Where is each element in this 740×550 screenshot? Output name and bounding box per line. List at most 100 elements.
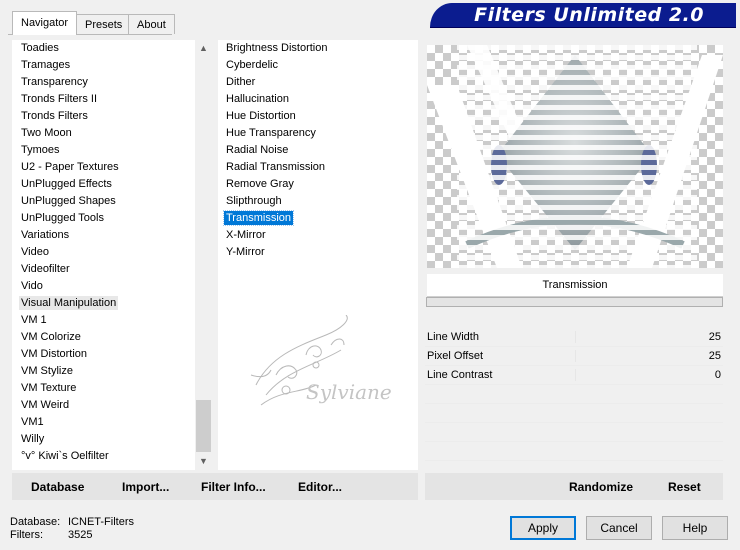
filter-item[interactable]: Brightness Distortion bbox=[218, 40, 418, 57]
category-item[interactable]: UnPlugged Effects bbox=[12, 176, 195, 193]
preview-artwork bbox=[427, 45, 723, 268]
filter-panel[interactable]: Brightness Distortion Cyberdelic Dither Hal… bbox=[218, 40, 418, 470]
tab-presets[interactable]: Presets bbox=[76, 14, 132, 34]
category-item[interactable]: Tronds Filters II bbox=[12, 91, 195, 108]
tab-about[interactable]: About bbox=[128, 14, 175, 34]
watermark-text: Sylviane bbox=[306, 380, 392, 404]
category-item[interactable]: Videofilter bbox=[12, 261, 195, 278]
apply-button[interactable]: Apply bbox=[510, 516, 576, 540]
category-item-label: Video bbox=[21, 246, 49, 258]
filter-item-label: Remove Gray bbox=[226, 178, 294, 190]
param-empty-row bbox=[425, 442, 723, 461]
scroll-down-icon[interactable]: ▼ bbox=[195, 453, 212, 470]
category-item-label: Toadies bbox=[21, 42, 59, 54]
status-database: Database: ICNET-Filters bbox=[10, 516, 134, 528]
category-item-label: VM Distortion bbox=[21, 348, 88, 360]
filter-item[interactable]: Y-Mirror bbox=[218, 244, 418, 261]
parameter-list[interactable]: Line Width 25 Pixel Offset 25 Line Contr… bbox=[425, 328, 723, 480]
category-item[interactable]: VM Stylize bbox=[12, 363, 195, 380]
filter-item-label: Dither bbox=[226, 76, 256, 88]
filter-item[interactable]: Radial Noise bbox=[218, 142, 418, 159]
param-pixel-offset[interactable]: Pixel Offset 25 bbox=[425, 347, 723, 366]
category-item-label: Tramages bbox=[21, 59, 71, 71]
category-item[interactable]: VM 1 bbox=[12, 312, 195, 329]
status-filters: Filters: 3525 bbox=[10, 529, 93, 541]
import-button[interactable]: Import... bbox=[122, 480, 169, 494]
filter-item[interactable]: Radial Transmission bbox=[218, 159, 418, 176]
cancel-button[interactable]: Cancel bbox=[586, 516, 652, 540]
category-list[interactable]: Toadies Tramages Transparency Tronds Filter… bbox=[12, 40, 195, 465]
category-item-label: U2 - Paper Textures bbox=[21, 161, 119, 173]
category-item-label: Tymoes bbox=[21, 144, 60, 156]
param-empty-row bbox=[425, 423, 723, 442]
category-item-label: Vido bbox=[21, 280, 43, 292]
scroll-thumb[interactable] bbox=[196, 400, 211, 452]
filter-item[interactable]: Transmission bbox=[218, 210, 418, 227]
app-banner: Filters Unlimited 2.0 bbox=[430, 3, 736, 28]
filter-item-label: Y-Mirror bbox=[226, 246, 265, 258]
category-item-label: Transparency bbox=[21, 76, 88, 88]
category-item[interactable]: U2 - Paper Textures bbox=[12, 159, 195, 176]
filter-item-label: Cyberdelic bbox=[226, 59, 278, 71]
category-item[interactable]: Tymoes bbox=[12, 142, 195, 159]
filter-item-label: Hue Distortion bbox=[226, 110, 296, 122]
category-item-label: °v° Kiwi`s Oelfilter bbox=[21, 450, 109, 462]
filter-info-button[interactable]: Filter Info... bbox=[201, 480, 266, 494]
category-item[interactable]: Tramages bbox=[12, 57, 195, 74]
filter-item[interactable]: Dither bbox=[218, 74, 418, 91]
help-button[interactable]: Help bbox=[662, 516, 728, 540]
filter-item[interactable]: X-Mirror bbox=[218, 227, 418, 244]
category-item[interactable]: VM Texture bbox=[12, 380, 195, 397]
category-item[interactable]: Tronds Filters bbox=[12, 108, 195, 125]
category-item[interactable]: Toadies bbox=[12, 40, 195, 57]
category-item[interactable]: Visual Manipulation bbox=[12, 295, 195, 312]
scroll-up-icon[interactable]: ▲ bbox=[195, 40, 212, 57]
category-item[interactable]: Video bbox=[12, 244, 195, 261]
category-item[interactable]: UnPlugged Tools bbox=[12, 210, 195, 227]
app-title: Filters Unlimited 2.0 bbox=[474, 4, 704, 26]
category-item[interactable]: VM Colorize bbox=[12, 329, 195, 346]
category-panel[interactable]: Toadies Tramages Transparency Tronds Filter… bbox=[12, 40, 195, 470]
category-item[interactable]: VM Distortion bbox=[12, 346, 195, 363]
category-item[interactable]: °v° Kiwi`s Oelfilter bbox=[12, 448, 195, 465]
filter-item[interactable]: Hue Distortion bbox=[218, 108, 418, 125]
filter-progress-bar bbox=[426, 297, 723, 307]
editor-button[interactable]: Editor... bbox=[298, 480, 342, 494]
filter-item[interactable]: Remove Gray bbox=[218, 176, 418, 193]
filter-item[interactable]: Slipthrough bbox=[218, 193, 418, 210]
filter-item-label: Hallucination bbox=[226, 93, 289, 105]
param-line-contrast[interactable]: Line Contrast 0 bbox=[425, 366, 723, 385]
category-item-label: UnPlugged Effects bbox=[21, 178, 112, 190]
category-item-label: Variations bbox=[21, 229, 70, 241]
category-scrollbar[interactable]: ▲ ▼ bbox=[195, 40, 212, 470]
filter-item[interactable]: Hue Transparency bbox=[218, 125, 418, 142]
randomize-button[interactable]: Randomize bbox=[569, 480, 633, 494]
category-item-label: Visual Manipulation bbox=[19, 296, 119, 310]
filter-item[interactable]: Hallucination bbox=[218, 91, 418, 108]
filter-item-label: Slipthrough bbox=[226, 195, 282, 207]
filter-item-label: Radial Noise bbox=[226, 144, 289, 156]
category-item-label: VM 1 bbox=[21, 314, 47, 326]
category-item-label: Tronds Filters II bbox=[21, 93, 97, 105]
filter-item-label: X-Mirror bbox=[226, 229, 266, 241]
tab-navigator[interactable]: Navigator bbox=[12, 11, 78, 35]
category-item-label: VM1 bbox=[21, 416, 44, 428]
category-item[interactable]: Transparency bbox=[12, 74, 195, 91]
category-item[interactable]: VM Weird bbox=[12, 397, 195, 414]
bottom-toolbar: Database Import... Filter Info... Editor… bbox=[12, 473, 418, 500]
category-item[interactable]: Two Moon bbox=[12, 125, 195, 142]
reset-button[interactable]: Reset bbox=[668, 480, 701, 494]
filter-name-label: Transmission bbox=[427, 274, 723, 297]
category-item[interactable]: Vido bbox=[12, 278, 195, 295]
category-item[interactable]: UnPlugged Shapes bbox=[12, 193, 195, 210]
category-item[interactable]: Variations bbox=[12, 227, 195, 244]
database-button[interactable]: Database bbox=[31, 480, 84, 494]
watermark-flourish-icon bbox=[250, 315, 348, 406]
category-item[interactable]: Willy bbox=[12, 431, 195, 448]
filter-list[interactable]: Brightness Distortion Cyberdelic Dither Hal… bbox=[218, 40, 418, 261]
param-line-width[interactable]: Line Width 25 bbox=[425, 328, 723, 347]
param-empty-row bbox=[425, 404, 723, 423]
category-item-label: UnPlugged Shapes bbox=[21, 195, 116, 207]
category-item[interactable]: VM1 bbox=[12, 414, 195, 431]
filter-item[interactable]: Cyberdelic bbox=[218, 57, 418, 74]
